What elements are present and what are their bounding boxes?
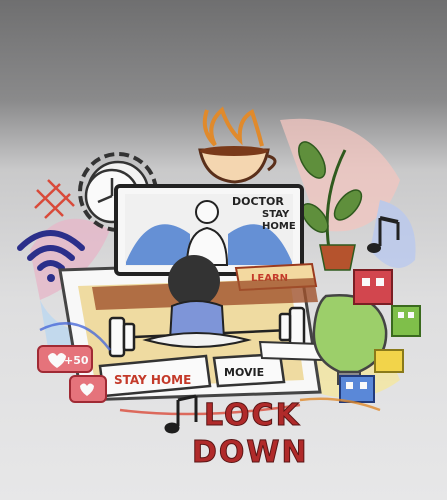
doodle-artwork: DOCTOR STAY HOME LEARN STAY HOME MOVIE +… (17, 106, 421, 471)
screen-home-text: HOME (262, 221, 296, 232)
like-count-label: +50 (64, 354, 89, 367)
screen-doctor-text: DOCTOR (232, 195, 284, 208)
phone-stay-home-label: STAY HOME (114, 373, 191, 387)
hashtag-icon (34, 179, 75, 219)
screen-stay-text: STAY (262, 209, 290, 220)
title-lock-text: LOCK (204, 398, 301, 433)
movie-label: MOVIE (224, 366, 264, 379)
title-down-text: DOWN (192, 435, 309, 470)
coffee-cup-icon (198, 106, 277, 184)
lockdown-drawing: DOCTOR STAY HOME LEARN STAY HOME MOVIE +… (0, 0, 447, 500)
